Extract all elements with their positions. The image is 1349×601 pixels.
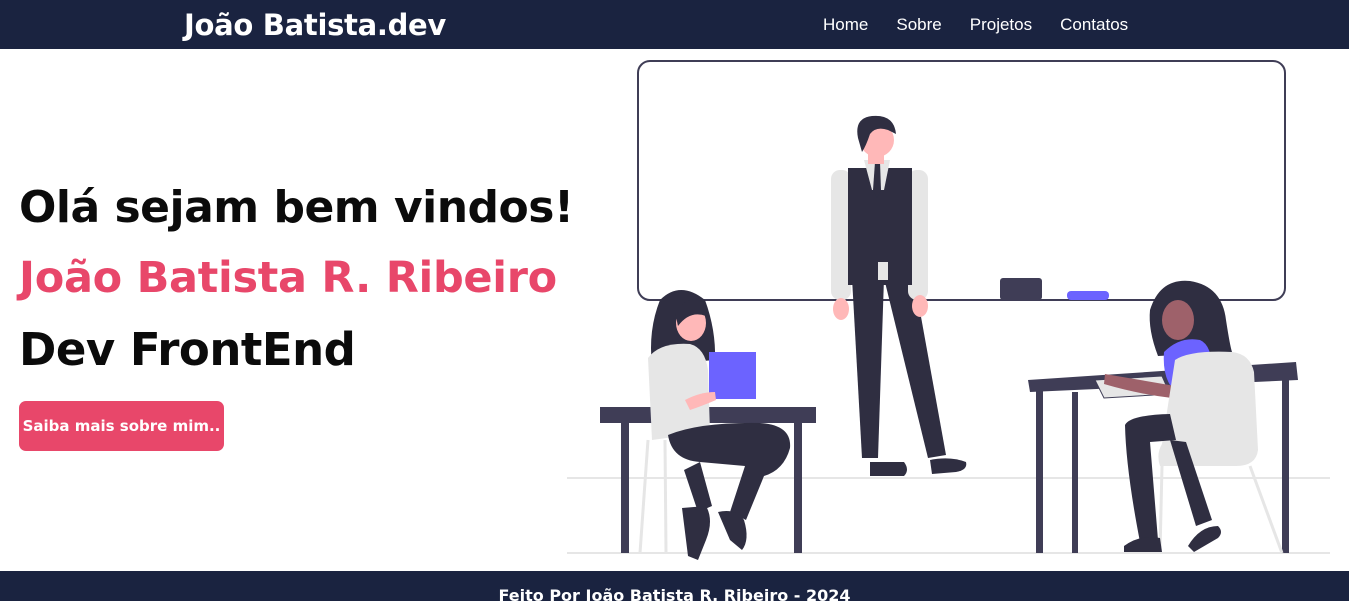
nav-item-projetos: Projetos	[970, 14, 1032, 36]
brand-logo-link[interactable]: João Batista.dev	[184, 8, 446, 42]
classroom-illustration	[567, 60, 1330, 560]
page-footer: Feito Por João Batista R. Ribeiro - 2024	[0, 571, 1349, 601]
hero-section: Olá sejam bem vindos! João Batista R. Ri…	[19, 180, 574, 378]
footer-credit: Feito Por João Batista R. Ribeiro - 2024	[498, 586, 851, 601]
about-me-button[interactable]: Saiba mais sobre mim..	[19, 401, 224, 451]
nav-link-home[interactable]: Home	[823, 15, 868, 34]
hero-greeting: Olá sejam bem vindos!	[19, 182, 574, 233]
nav-link-projetos[interactable]: Projetos	[970, 15, 1032, 34]
nav-link-sobre[interactable]: Sobre	[896, 15, 941, 34]
left-student-figure	[638, 290, 791, 560]
nav-links: Home Sobre Projetos Contatos	[823, 14, 1128, 36]
nav-link-contatos[interactable]: Contatos	[1060, 15, 1128, 34]
nav-item-contatos: Contatos	[1060, 14, 1128, 36]
nav-item-home: Home	[823, 14, 868, 36]
nav-item-sobre: Sobre	[896, 14, 941, 36]
hero-name: João Batista R. Ribeiro	[19, 253, 557, 303]
hero-role: Dev FrontEnd	[19, 323, 356, 376]
right-student-figure	[1104, 280, 1284, 554]
top-navbar: João Batista.dev Home Sobre Projetos Con…	[0, 0, 1349, 49]
whiteboard	[637, 60, 1286, 301]
